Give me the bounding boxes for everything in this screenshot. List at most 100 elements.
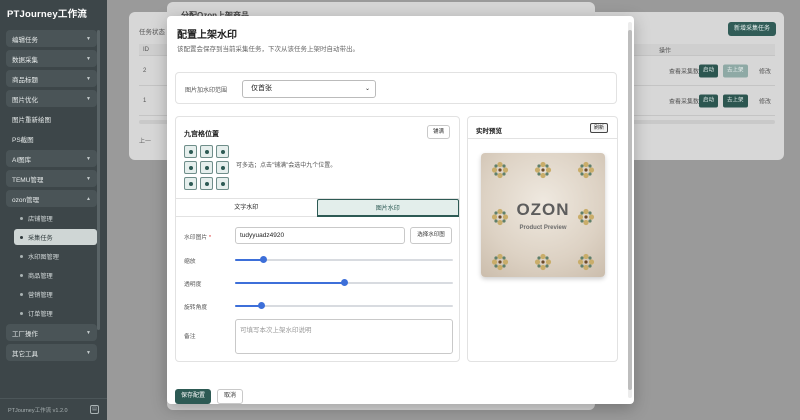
sidebar-item-temu[interactable]: TEMU管理 ▼ [6,170,97,187]
sidebar-nav: 编辑任务 ▼ 数据采集 ▼ 商品标题 ▼ 图片优化 ▼ 图片重新绘图 PS截图 AI图库… [0,30,107,361]
sidebar-item-redraw[interactable]: 图片重新绘图 [6,110,97,127]
dot-icon [20,254,23,258]
sidebar-item-other-tools[interactable]: 其它工具 ▼ [6,344,97,361]
launch-button[interactable]: 去上架 [723,94,748,107]
watermark-mark-icon [577,208,595,226]
slider-handle[interactable] [340,279,348,286]
collapse-icon[interactable]: ▤ [90,405,99,414]
watermark-mark-icon [577,161,595,179]
modal-footer: 保存配置 取消 [175,389,244,404]
refresh-button[interactable]: 刷新 [589,123,608,133]
scale-slider[interactable] [235,256,453,263]
sidebar-subitem-collect-task[interactable]: 采集任务 [14,229,97,245]
preview-header: 实时预览 刷新 [468,117,617,139]
rotate-slider[interactable] [235,302,453,309]
sidebar-item-factory[interactable]: 工厂操作 ▼ [6,324,97,341]
grid-cell-bottom-center[interactable] [200,177,213,190]
watermark-type-tabs: 文字水印 图片水印 [176,198,459,217]
pager[interactable]: 上一 [139,136,151,145]
start-button[interactable]: 启动 [699,64,719,77]
tab-image-watermark[interactable]: 图片水印 [316,199,459,217]
sidebar-subitem-label: 店铺管理 [28,215,53,223]
chevron-up-icon: ▲ [86,195,91,202]
watermark-config-modal: 配置上架水印 该配置会保存到当前采集任务，下次从该任务上架时自动带出。 图片加水… [167,16,634,404]
dot-icon [204,149,209,154]
grid-cell-middle-right[interactable] [216,161,229,174]
sidebar-scrollbar[interactable] [97,30,100,330]
sidebar-subitem-marketing[interactable]: 营销管理 [14,286,97,302]
sidebar-item-product-title[interactable]: 商品标题 ▼ [6,70,97,87]
save-config-button[interactable]: 保存配置 [175,389,212,404]
sidebar-subitem-shops[interactable]: 店铺管理 [14,210,97,226]
watermark-mark-icon [534,253,552,271]
sidebar-subitem-label: 水印图管理 [28,253,59,261]
watermark-mark-icon [534,161,552,179]
rotate-label: 旋转角度 [184,305,208,311]
edit-link[interactable]: 修改 [759,96,771,105]
scope-section: 图片加水印范围 仅首张 ⌄ [175,72,617,104]
sidebar-item-data-collect[interactable]: 数据采集 ▼ [6,50,97,67]
slider-handle[interactable] [257,302,265,309]
watermark-mark-icon [577,253,595,271]
slider-fill [235,282,344,284]
preview-image: OZON Product Preview [481,153,605,277]
sidebar-item-edit-task[interactable]: 编辑任务 ▼ [6,30,97,47]
chevron-down-icon: ▼ [86,349,91,356]
dot-icon [220,181,225,186]
sidebar-subitem-watermark[interactable]: 水印图管理 [14,248,97,264]
col-ops: 操作 [659,48,672,54]
watermark-image-input[interactable]: tudyyuadz4920 [235,227,405,244]
dot-icon [20,292,23,296]
modal-scrollbar[interactable] [628,22,632,398]
dot-icon [220,149,225,154]
grid-cell-bottom-right[interactable] [216,177,229,190]
dot-icon [188,149,193,154]
chevron-down-icon: ▼ [86,155,91,162]
sidebar-subitem-products[interactable]: 商品管理 [14,267,97,283]
sidebar-item-label: 工厂操作 [12,330,38,338]
grid-cell-bottom-left[interactable] [184,177,197,190]
scope-select[interactable]: 仅首张 ⌄ [242,80,376,98]
grid-cell-top-right[interactable] [216,145,229,158]
sidebar-subitem-orders[interactable]: 订单管理 [14,305,97,321]
note-label: 备注 [184,334,196,340]
watermark-mark-icon [491,253,509,271]
sidebar-item-ai-gallery[interactable]: AI图库 ▼ [6,150,97,167]
modal-description: 该配置会保存到当前采集任务，下次从该任务上架时自动带出。 [177,46,359,53]
grid-cell-top-left[interactable] [184,145,197,158]
tile-all-button[interactable]: 铺满 [426,125,450,139]
dot-icon [20,311,23,315]
sidebar-subitem-label: 采集任务 [28,234,53,242]
sidebar-item-label: 数据采集 [12,56,38,64]
sidebar-item-label: 图片重新绘图 [12,116,51,124]
grid-cell-top-center[interactable] [200,145,213,158]
dot-icon [20,273,23,277]
choose-watermark-button[interactable]: 选择水印图 [410,227,452,244]
brand-title: PTJourney工作流 [7,9,87,20]
dot-icon [20,216,23,220]
launch-button[interactable]: 去上架 [723,64,748,77]
edit-link[interactable]: 修改 [759,66,771,75]
opacity-slider[interactable] [235,279,453,286]
grid-cell-middle-left[interactable] [184,161,197,174]
chevron-down-icon: ▼ [86,35,91,42]
grid-cell-middle-center[interactable] [200,161,213,174]
new-task-button[interactable]: 新增采集任务 [727,22,776,36]
sidebar-item-ps-screenshot[interactable]: PS截图 [6,130,97,147]
grid-title: 九宫格位置 [184,131,219,138]
sidebar-item-ozon[interactable]: ozon管理 ▲ [6,190,97,207]
sidebar-item-label: 编辑任务 [12,36,38,44]
cancel-button[interactable]: 取消 [217,389,244,404]
preview-panel: 实时预览 刷新 OZON Product Preview [467,116,618,362]
chevron-down-icon: ⌄ [364,86,370,92]
sidebar-subitem-label: 订单管理 [28,310,53,318]
scrollbar-thumb[interactable] [628,30,632,390]
start-button[interactable]: 启动 [699,94,719,107]
note-textarea[interactable]: 可填写本次上架水印说明 [235,319,453,354]
sidebar-item-image-optimize[interactable]: 图片优化 ▼ [6,90,97,107]
slider-handle[interactable] [259,256,267,263]
chevron-down-icon: ▼ [86,329,91,336]
position-grid [184,145,229,190]
chevron-down-icon: ▼ [86,75,91,82]
tab-text-watermark[interactable]: 文字水印 [176,199,317,217]
